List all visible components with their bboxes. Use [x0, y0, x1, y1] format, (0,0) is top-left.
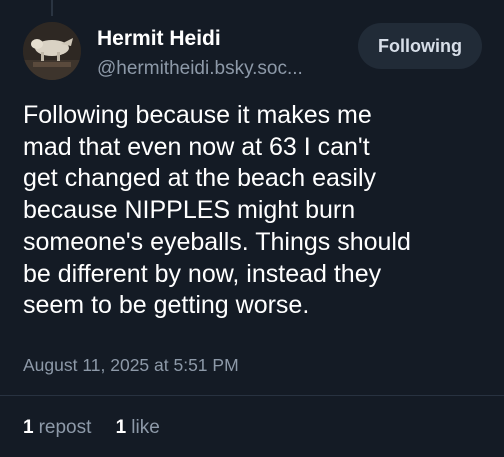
author-handle[interactable]: @hermitheidi.bsky.soc...: [97, 58, 303, 80]
post-text-line: get changed at the beach easily: [23, 164, 377, 193]
avatar[interactable]: [23, 22, 81, 80]
thread-connector-line: [51, 0, 53, 16]
post-text: Following because it makes me mad that e…: [23, 100, 493, 322]
avatar-image: [23, 22, 81, 80]
divider: [0, 395, 504, 396]
post-text-line: someone's eyeballs. Things should: [23, 227, 411, 256]
like-label: like: [131, 417, 160, 438]
post-text-line: be different by now, instead they: [23, 259, 382, 288]
engagement-stats: 1 repost 1 like: [23, 417, 160, 439]
author-display-name[interactable]: Hermit Heidi: [97, 27, 221, 51]
post-text-line: because NIPPLES might burn: [23, 196, 356, 225]
post-text-line: Following because it makes me: [23, 101, 372, 129]
like-count: 1: [115, 417, 127, 438]
post-text-line: seem to be getting worse.: [23, 291, 310, 320]
post-timestamp: August 11, 2025 at 5:51 PM: [23, 355, 239, 375]
repost-count: 1: [23, 417, 34, 438]
following-button[interactable]: Following: [358, 23, 482, 69]
repost-count-link[interactable]: 1 repost: [23, 417, 91, 439]
like-count-link[interactable]: 1 like: [116, 417, 160, 439]
repost-label: repost: [38, 417, 92, 438]
post-text-line: mad that even now at 63 I can't: [23, 132, 370, 161]
